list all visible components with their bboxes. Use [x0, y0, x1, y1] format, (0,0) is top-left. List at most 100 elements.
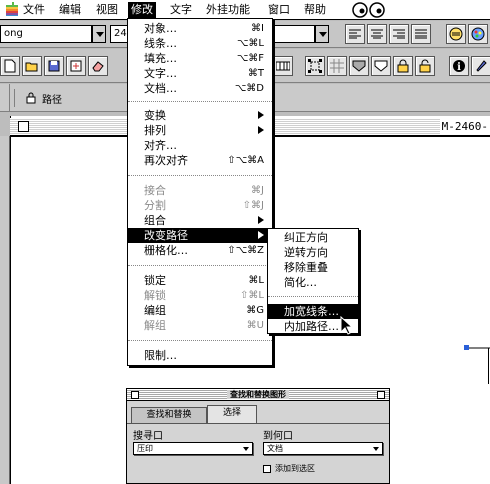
menu-item-lock[interactable]: 锁定 ⌘L: [128, 273, 272, 288]
menu-separator: [128, 101, 272, 102]
folder-open-icon: [25, 62, 38, 72]
eyes-icon: [352, 2, 385, 18]
circle-text-icon: [449, 27, 463, 41]
menu-item-text[interactable]: 文字… ⌘T: [128, 66, 272, 81]
submenu-arrow-icon: [258, 126, 264, 134]
apple-icon: [6, 2, 18, 16]
align-left-icon: [349, 29, 361, 39]
search-select[interactable]: 压印: [133, 442, 253, 455]
submenu-arrow-icon: [258, 111, 264, 119]
lock-icon: [26, 92, 36, 104]
menu-view[interactable]: 视图: [93, 2, 121, 18]
menu-item-group[interactable]: 编组 ⌘G: [128, 303, 272, 318]
menu-bar: 文件 编辑 视图 修改 文字 外挂功能 窗口 帮助: [0, 0, 490, 20]
panel-title: 查找和替换图形: [227, 390, 289, 399]
submenu-item-correct-direction[interactable]: 纠正方向: [268, 230, 358, 245]
menu-item-transform[interactable]: 变换: [128, 108, 272, 123]
left-toolbox-strip: [0, 136, 10, 484]
apple-menu[interactable]: [3, 2, 21, 18]
align-grid-icon: [330, 59, 344, 73]
menu-item-ungroup[interactable]: 解组 ⌘U: [128, 318, 272, 333]
menu-separator: [128, 265, 272, 266]
transform-button[interactable]: [305, 56, 325, 76]
align-right-icon: [393, 29, 405, 39]
tab-select[interactable]: 选择: [207, 405, 257, 423]
menu-window[interactable]: 窗口: [265, 2, 293, 18]
chevron-down-icon: [243, 447, 249, 451]
color-button[interactable]: [468, 24, 488, 44]
menu-item-unlock[interactable]: 解锁 ⇧⌘L: [128, 288, 272, 303]
menu-text[interactable]: 文字: [167, 2, 195, 18]
info-icon: i: [453, 60, 465, 73]
menu-edit[interactable]: 编辑: [56, 2, 84, 18]
menu-item-combine[interactable]: 组合: [128, 213, 272, 228]
submenu-item-remove-overlap[interactable]: 移除重叠: [268, 260, 358, 275]
unlock-button[interactable]: [415, 56, 435, 76]
align-left-button[interactable]: [345, 24, 365, 44]
panel-title-bar[interactable]: 查找和替换图形: [127, 389, 389, 401]
menu-item-arrange[interactable]: 排列: [128, 123, 272, 138]
menu-item-split[interactable]: 分割 ⇧⌘J: [128, 198, 272, 213]
inspector-button[interactable]: [471, 56, 490, 76]
font-dropdown-button[interactable]: [92, 25, 106, 43]
layer-name[interactable]: 路径: [42, 91, 62, 106]
import-button[interactable]: [66, 56, 86, 76]
align-center-icon: [371, 29, 383, 39]
lock-icon: [397, 59, 409, 73]
grid-icon: [276, 61, 290, 71]
tab-find-replace[interactable]: 查找和替换: [131, 407, 207, 423]
lock-button[interactable]: [393, 56, 413, 76]
path-stroke: [488, 348, 489, 384]
mouse-pointer-icon: [340, 316, 354, 335]
leading-field[interactable]: [273, 25, 315, 43]
menu-item-object[interactable]: 对象… ⌘I: [128, 21, 272, 36]
layer-bar-divider: [14, 89, 15, 107]
menu-item-alter-path[interactable]: 改变路径: [128, 228, 272, 243]
size-field[interactable]: 24: [110, 25, 128, 43]
leading-dropdown-button[interactable]: [315, 25, 329, 43]
scope-label: 到何口: [263, 431, 293, 442]
menu-separator: [128, 340, 272, 341]
scope-select[interactable]: 文档: [263, 442, 383, 455]
submenu-item-reverse-direction[interactable]: 逆转方向: [268, 245, 358, 260]
add-to-selection-label: 添加到选区: [275, 464, 315, 473]
menu-item-constrain[interactable]: 限制…: [128, 348, 272, 363]
align-center-button[interactable]: [367, 24, 387, 44]
info-button[interactable]: i: [449, 56, 469, 76]
menu-help[interactable]: 帮助: [301, 2, 329, 18]
new-document-button[interactable]: [0, 56, 20, 76]
submenu-item-simplify[interactable]: 简化…: [268, 275, 358, 290]
menu-item-document[interactable]: 文档… ⌥⌘D: [128, 81, 272, 96]
add-to-selection-checkbox[interactable]: [263, 465, 271, 473]
menu-separator: [268, 296, 358, 297]
group-button[interactable]: [349, 56, 369, 76]
eraser-button[interactable]: [88, 56, 108, 76]
menu-item-fill[interactable]: 填充… ⌥⌘F: [128, 51, 272, 66]
selected-path-handle[interactable]: [464, 344, 490, 352]
menu-item-rasterize[interactable]: 栅格化… ⇧⌥⌘Z: [128, 243, 272, 258]
close-box[interactable]: [18, 121, 29, 132]
panel-collapse-box[interactable]: [377, 391, 385, 399]
transform-icon: [308, 59, 322, 73]
menu-item-align[interactable]: 对齐…: [128, 138, 272, 153]
align-justify-button[interactable]: [411, 24, 431, 44]
font-field[interactable]: ong: [0, 25, 92, 43]
search-label: 搜寻口: [133, 431, 163, 442]
toolbar-button-a[interactable]: [273, 56, 293, 76]
menu-xtras[interactable]: 外挂功能: [203, 2, 253, 18]
unlock-icon: [419, 59, 431, 73]
document-title: M-2460-: [439, 119, 490, 134]
menu-item-stroke[interactable]: 线条… ⌥⌘L: [128, 36, 272, 51]
menu-modify[interactable]: 修改: [128, 2, 156, 18]
menu-item-align-again[interactable]: 再次对齐 ⇧⌥⌘A: [128, 153, 272, 168]
menu-item-join[interactable]: 接合 ⌘J: [128, 183, 272, 198]
open-button[interactable]: [22, 56, 42, 76]
menu-file[interactable]: 文件: [20, 2, 48, 18]
align-button[interactable]: [327, 56, 347, 76]
save-button[interactable]: [44, 56, 64, 76]
tab-divider: [127, 423, 389, 424]
align-right-button[interactable]: [389, 24, 409, 44]
text-on-path-button[interactable]: [446, 24, 466, 44]
panel-close-box[interactable]: [131, 391, 139, 399]
ungroup-button[interactable]: [371, 56, 391, 76]
